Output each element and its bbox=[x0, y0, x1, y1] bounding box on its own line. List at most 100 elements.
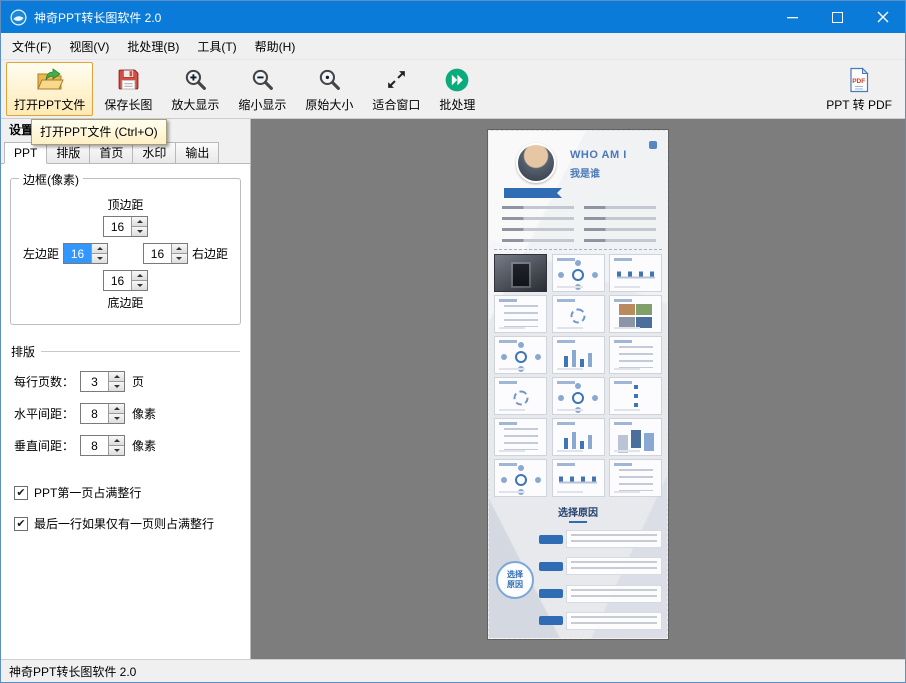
spinner-up-button[interactable] bbox=[109, 436, 124, 445]
hero-title: WHO AM I bbox=[570, 149, 627, 161]
spinner-arrows bbox=[108, 372, 124, 391]
preview-long-image[interactable]: WHO AM I 我是谁 选择原因 选择原因 bbox=[488, 130, 668, 639]
spinner-down-button[interactable] bbox=[109, 445, 124, 455]
open-ppt-button-label: 打开PPT文件 bbox=[14, 96, 85, 113]
original-size-button[interactable]: 原始大小 bbox=[297, 62, 361, 116]
spinner-value[interactable]: 16 bbox=[64, 244, 91, 263]
last-row-full-checkbox-label: 最后一行如果仅有一页则占满整行 bbox=[34, 515, 214, 532]
menu-tools[interactable]: 工具(T) bbox=[188, 33, 245, 60]
spinner-up-button[interactable] bbox=[132, 271, 147, 280]
slide-thumbnail bbox=[552, 254, 605, 292]
preview-hero-slide: WHO AM I 我是谁 bbox=[494, 136, 662, 250]
reason-text-block bbox=[566, 612, 662, 630]
spinner-value[interactable]: 16 bbox=[104, 271, 131, 290]
slide-art bbox=[617, 271, 655, 278]
bottom-margin-label: 底边距 bbox=[107, 294, 143, 311]
tab-watermark[interactable]: 水印 bbox=[132, 142, 176, 164]
number-spinner: 8 bbox=[80, 403, 125, 424]
info-bar bbox=[584, 239, 656, 242]
spinner-down-button[interactable] bbox=[132, 226, 147, 236]
status-text: 神奇PPT转长图软件 2.0 bbox=[9, 663, 136, 680]
zoom-out-icon bbox=[250, 66, 275, 94]
menu-help[interactable]: 帮助(H) bbox=[246, 33, 305, 60]
app-icon bbox=[10, 9, 27, 26]
slide-thumbnail bbox=[494, 295, 547, 333]
spinner-down-button[interactable] bbox=[92, 253, 107, 263]
spinner-down-button[interactable] bbox=[109, 413, 124, 423]
open-ppt-button[interactable]: 打开PPT文件 bbox=[6, 62, 93, 116]
save-long-image-button[interactable]: 保存长图 bbox=[96, 62, 160, 116]
slide-art bbox=[572, 392, 584, 404]
spinner-up-button[interactable] bbox=[132, 217, 147, 226]
spinner-value[interactable]: 16 bbox=[104, 217, 131, 236]
last-row-full-checkbox-row[interactable]: ✔ 最后一行如果仅有一页则占满整行 bbox=[14, 515, 237, 532]
spinner-up-button[interactable] bbox=[109, 372, 124, 381]
close-button[interactable] bbox=[860, 1, 905, 33]
slide-art bbox=[559, 476, 597, 483]
number-spinner: 8 bbox=[80, 435, 125, 456]
spinner-up-button[interactable] bbox=[92, 244, 107, 253]
fit-window-icon bbox=[384, 66, 409, 94]
ppt-to-pdf-button[interactable]: PDF PPT 转 PDF bbox=[818, 62, 900, 116]
spinner-value[interactable]: 8 bbox=[81, 436, 108, 455]
divider bbox=[41, 351, 240, 352]
minimize-button[interactable] bbox=[770, 1, 815, 33]
menu-view[interactable]: 视图(V) bbox=[60, 33, 118, 60]
slide-art bbox=[513, 390, 528, 405]
tab-layout[interactable]: 排版 bbox=[46, 142, 90, 164]
slide-thumbnail bbox=[552, 377, 605, 415]
last-row-full-checkbox[interactable]: ✔ bbox=[14, 517, 28, 531]
slide-thumbnail bbox=[494, 377, 547, 415]
slide-art bbox=[634, 385, 638, 411]
slide-thumbnail bbox=[609, 295, 662, 333]
first-page-full-row-checkbox-row[interactable]: ✔PPT第一页占满整行 bbox=[14, 484, 237, 501]
zoom-in-button[interactable]: 放大显示 bbox=[163, 62, 227, 116]
layout-rows: 每行页数：3页水平间距：8像素垂直间距：8像素 bbox=[7, 371, 244, 456]
bottom-margin-spinner: 16 bbox=[103, 270, 148, 291]
spinner-up-button[interactable] bbox=[109, 404, 124, 413]
maximize-button[interactable] bbox=[815, 1, 860, 33]
save-long-image-button-label: 保存长图 bbox=[104, 96, 152, 113]
spinner-arrows bbox=[131, 217, 147, 236]
vertical-spacing-unit: 像素 bbox=[132, 437, 156, 454]
preview-footer-slide: 选择原因 选择原因 bbox=[494, 501, 662, 633]
profile-photo bbox=[516, 143, 556, 183]
spinner-arrows bbox=[131, 271, 147, 290]
fit-window-button[interactable]: 适合窗口 bbox=[364, 62, 428, 116]
slide-art bbox=[562, 429, 594, 449]
spinner-down-button[interactable] bbox=[172, 253, 187, 263]
tab-ppt[interactable]: PPT bbox=[4, 142, 47, 164]
spinner-value[interactable]: 3 bbox=[81, 372, 108, 391]
ppt-to-pdf-label: PPT 转 PDF bbox=[826, 96, 892, 113]
zoom-out-button[interactable]: 缩小显示 bbox=[230, 62, 294, 116]
spinner-down-button[interactable] bbox=[109, 381, 124, 391]
reason-text-block bbox=[566, 530, 662, 548]
hero-info bbox=[502, 206, 656, 242]
title-bar[interactable]: 神奇PPT转长图软件 2.0 bbox=[1, 1, 905, 33]
toolbar-button-group: 打开PPT文件 保存长图放大显示缩小显示原始大小适合窗口批处理 bbox=[6, 62, 483, 116]
reason-item bbox=[539, 612, 662, 630]
spinner-value[interactable]: 8 bbox=[81, 404, 108, 423]
batch-process-button[interactable]: 批处理 bbox=[431, 62, 483, 116]
footer-title: 选择原因 bbox=[494, 504, 662, 519]
tab-homepage[interactable]: 首页 bbox=[89, 142, 133, 164]
spinner-up-button[interactable] bbox=[172, 244, 187, 253]
slide-art bbox=[504, 305, 538, 327]
info-bar bbox=[584, 217, 656, 220]
horizontal-spacing-unit: 像素 bbox=[132, 405, 156, 422]
layout-section-title: 排版 bbox=[11, 343, 35, 360]
number-spinner: 16 bbox=[143, 243, 188, 264]
layout-checkboxes: ✔PPT第一页占满整行✔最后一行如果仅有一页则占满整行 bbox=[7, 484, 244, 532]
horizontal-spacing-label: 水平间距： bbox=[14, 405, 80, 422]
first-page-full-row-checkbox[interactable]: ✔ bbox=[14, 486, 28, 500]
slide-thumbnail bbox=[552, 418, 605, 456]
spinner-arrows bbox=[108, 436, 124, 455]
slide-art bbox=[515, 351, 527, 363]
preview-area[interactable]: WHO AM I 我是谁 选择原因 选择原因 bbox=[251, 119, 905, 659]
tab-output[interactable]: 输出 bbox=[175, 142, 219, 164]
spinner-value[interactable]: 16 bbox=[144, 244, 171, 263]
menu-file[interactable]: 文件(F) bbox=[3, 33, 60, 60]
spinner-down-button[interactable] bbox=[132, 280, 147, 290]
slide-thumbnail bbox=[552, 459, 605, 497]
menu-batch[interactable]: 批处理(B) bbox=[118, 33, 188, 60]
